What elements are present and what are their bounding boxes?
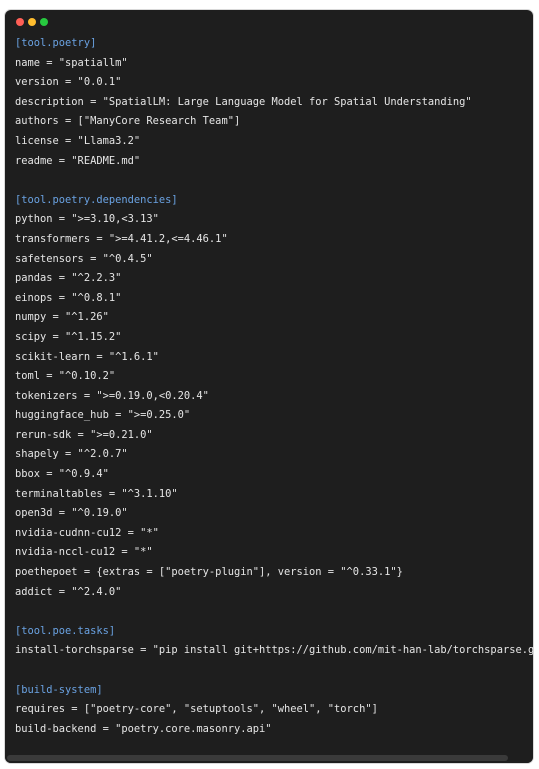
code-line: build-backend = "poetry.core.masonry.api… <box>15 722 272 735</box>
code-line: rerun-sdk = ">=0.21.0" <box>15 428 153 441</box>
code-section-header: [build-system] <box>15 683 103 696</box>
code-line: toml = "^0.10.2" <box>15 370 116 383</box>
code-section-header: [tool.poetry.dependencies] <box>15 193 178 206</box>
close-dot-icon[interactable] <box>16 18 24 26</box>
code-section-header: [tool.poetry] <box>15 37 97 49</box>
code-window: [tool.poetry] name = "spatiallm" version =… <box>5 10 533 763</box>
code-line: scikit-learn = "^1.6.1" <box>15 350 159 363</box>
code-line: version = "0.0.1" <box>15 76 122 89</box>
code-line: addict = "^2.4.0" <box>15 585 122 598</box>
code-line: bbox = "^0.9.4" <box>15 468 109 481</box>
code-line: readme = "README.md" <box>15 154 141 167</box>
code-line: nvidia-cudnn-cu12 = "*" <box>15 526 159 539</box>
horizontal-scrollbar[interactable] <box>5 754 533 763</box>
code-line: description = "SpatialLM: Large Language… <box>15 95 472 108</box>
code-line: install-torchsparse = "pip install git+h… <box>15 644 533 657</box>
code-line: nvidia-nccl-cu12 = "*" <box>15 546 153 559</box>
code-line: pandas = "^2.2.3" <box>15 272 122 285</box>
window-controls <box>16 18 48 26</box>
code-line: safetensors = "^0.4.5" <box>15 252 153 265</box>
code-line: open3d = "^0.19.0" <box>15 507 128 520</box>
code-block[interactable]: [tool.poetry] name = "spatiallm" version =… <box>15 34 533 739</box>
code-line: transformers = ">=4.41.2,<=4.46.1" <box>15 232 228 245</box>
code-line: name = "spatiallm" <box>15 56 128 69</box>
code-line: tokenizers = ">=0.19.0,<0.20.4" <box>15 389 209 402</box>
code-line: python = ">=3.10,<3.13" <box>15 213 159 226</box>
scrollbar-thumb[interactable] <box>7 755 508 761</box>
minimize-dot-icon[interactable] <box>28 18 36 26</box>
code-line: numpy = "^1.26" <box>15 311 109 324</box>
code-line: license = "Llama3.2" <box>15 134 141 147</box>
code-line: shapely = "^2.0.7" <box>15 448 128 461</box>
code-line: huggingface_hub = ">=0.25.0" <box>15 409 191 422</box>
code-line: einops = "^0.8.1" <box>15 291 122 304</box>
code-section-header: [tool.poe.tasks] <box>15 624 116 637</box>
code-line: scipy = "^1.15.2" <box>15 330 122 343</box>
maximize-dot-icon[interactable] <box>40 18 48 26</box>
code-line: requires = ["poetry-core", "setuptools",… <box>15 703 378 716</box>
code-line: authors = ["ManyCore Research Team"] <box>15 115 241 128</box>
code-line: poethepoet = {extras = ["poetry-plugin"]… <box>15 566 403 579</box>
code-line: terminaltables = "^3.1.10" <box>15 487 178 500</box>
